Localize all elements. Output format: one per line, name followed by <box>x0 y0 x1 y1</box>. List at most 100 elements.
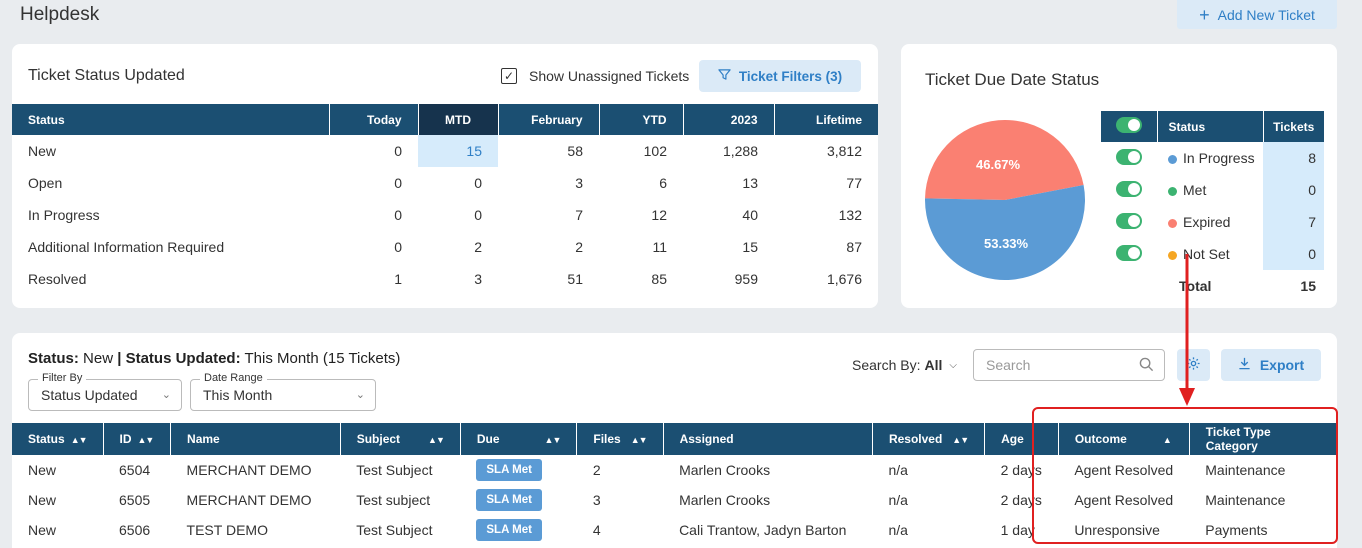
col-mtd[interactable]: MTD <box>417 104 498 135</box>
due-status-table: Status Tickets In Progress 8 Met 0 Expir… <box>1101 111 1324 302</box>
row-lifetime: 77 <box>846 175 862 191</box>
ticket-filters-button[interactable]: Ticket Filters (3) <box>699 60 861 92</box>
col-lifetime[interactable]: Lifetime <box>773 104 878 135</box>
download-icon <box>1238 357 1251 373</box>
row-mtd: 2 <box>474 239 482 255</box>
checkbox-checked-icon[interactable]: ✓ <box>501 68 517 84</box>
status-card-title: Ticket Status Updated <box>28 67 185 84</box>
sort-icon[interactable]: ▲▼ <box>138 435 155 445</box>
cell-subject[interactable]: Test subject <box>340 485 460 515</box>
row-2023: 959 <box>734 271 758 287</box>
col-resolved[interactable]: Resolved ▲▼ <box>871 423 985 455</box>
cell-id[interactable]: 6506 <box>103 515 171 545</box>
row-ytd: 12 <box>651 207 667 223</box>
show-unassigned-toggle[interactable]: ✓ Show Unassigned Tickets <box>501 68 689 84</box>
row-today: 0 <box>394 175 402 191</box>
status-dot-icon <box>1168 154 1177 164</box>
sort-icon[interactable]: ▲▼ <box>952 435 969 445</box>
cell-name[interactable]: TEST DEMO <box>171 515 341 545</box>
row-today: 0 <box>394 239 402 255</box>
toggle-switch[interactable] <box>1116 180 1142 197</box>
sort-icon[interactable]: ▲▼ <box>545 435 562 445</box>
cell-subject[interactable]: Test Subject <box>340 515 460 545</box>
toggle-switch[interactable] <box>1116 212 1142 229</box>
due-row-expired[interactable]: Expired 7 <box>1101 206 1324 238</box>
show-unassigned-label: Show Unassigned Tickets <box>529 68 690 84</box>
col-2023[interactable]: 2023 <box>682 104 774 135</box>
toggle-switch[interactable] <box>1116 148 1142 165</box>
col-toggle-all[interactable] <box>1101 111 1158 142</box>
chevron-down-icon: ⌄ <box>161 389 171 401</box>
date-range-select[interactable]: Date Range This Month ⌄ <box>190 372 376 411</box>
cell-id[interactable]: 6505 <box>103 485 171 515</box>
cell-status: New <box>28 522 57 538</box>
search-icon[interactable] <box>1139 357 1154 375</box>
export-label: Export <box>1259 357 1305 373</box>
col-february[interactable]: February <box>497 104 599 135</box>
cell-assigned: Marlen Crooks <box>679 492 771 508</box>
row-february: 7 <box>575 207 583 223</box>
row-february: 51 <box>567 271 583 287</box>
toggle-switch[interactable] <box>1116 244 1142 261</box>
toggle-all-switch[interactable] <box>1115 117 1142 133</box>
sort-icon[interactable]: ▲▼ <box>71 435 88 445</box>
row-mtd: 0 <box>474 175 482 191</box>
due-row-not-set[interactable]: Not Set 0 <box>1101 238 1324 270</box>
col-due[interactable]: Due ▲▼ <box>459 423 577 455</box>
row-lifetime: 3,812 <box>826 143 862 159</box>
col-id[interactable]: ID ▲▼ <box>102 423 171 455</box>
cell-assigned: Marlen Crooks <box>679 462 771 478</box>
status-table: Status Today MTD February YTD 2023 Lifet… <box>12 104 878 295</box>
row-february: 58 <box>567 143 583 159</box>
search-by-dropdown[interactable]: Search By: All ⌵ <box>852 357 957 373</box>
due-row-met[interactable]: Met 0 <box>1101 174 1324 206</box>
cell-subject[interactable]: Test Subject <box>340 455 460 485</box>
col-status[interactable]: Status ▲▼ <box>12 423 103 455</box>
col-status[interactable]: Status <box>12 104 329 135</box>
filter-by-select[interactable]: Filter By Status Updated ⌄ <box>28 372 182 411</box>
due-ticket-count[interactable]: 7 <box>1263 206 1324 238</box>
row-mtd[interactable]: 15 <box>418 135 498 167</box>
cell-files[interactable]: 2 <box>577 455 663 485</box>
cell-name[interactable]: MERCHANT DEMO <box>171 455 341 485</box>
search-input[interactable]: Search <box>973 349 1165 381</box>
cell-name[interactable]: MERCHANT DEMO <box>171 485 341 515</box>
row-today: 0 <box>394 207 402 223</box>
status-dot-icon <box>1168 218 1177 228</box>
sort-icon[interactable]: ▲▼ <box>428 435 445 445</box>
row-ytd: 11 <box>652 239 667 255</box>
col-files[interactable]: Files ▲▼ <box>576 423 664 455</box>
row-2023: 15 <box>742 239 758 255</box>
col-status: Status <box>1157 111 1264 142</box>
row-2023: 1,288 <box>722 143 758 159</box>
cell-id[interactable]: 6504 <box>103 455 171 485</box>
row-today: 0 <box>394 143 402 159</box>
due-status-label: Met <box>1183 182 1207 198</box>
cell-files[interactable]: 3 <box>577 485 663 515</box>
due-ticket-count[interactable]: 0 <box>1263 174 1324 206</box>
table-row[interactable]: Open 0 0 3 6 13 77 <box>12 167 878 199</box>
table-row[interactable]: In Progress 0 0 7 12 40 132 <box>12 199 878 231</box>
add-new-ticket-button[interactable]: + Add New Ticket <box>1177 0 1337 29</box>
due-row-total: Total 15 <box>1101 270 1324 302</box>
row-status: Resolved <box>28 271 87 287</box>
table-row[interactable]: Resolved 1 3 51 85 959 1,676 <box>12 263 878 295</box>
col-subject[interactable]: Subject ▲▼ <box>339 423 461 455</box>
sla-badge: SLA Met <box>476 489 542 511</box>
export-button[interactable]: Export <box>1221 349 1321 381</box>
due-ticket-count[interactable]: 0 <box>1263 238 1324 270</box>
summary-status-value: New <box>83 350 114 367</box>
date-range-label: Date Range <box>200 372 267 384</box>
filter-by-value: Status Updated <box>41 387 138 403</box>
sort-icon[interactable]: ▲▼ <box>631 435 648 445</box>
cell-files[interactable]: 4 <box>577 515 663 545</box>
col-ytd[interactable]: YTD <box>598 104 683 135</box>
table-row[interactable]: Additional Information Required 0 2 2 11… <box>12 231 878 263</box>
table-row[interactable]: New 0 15 58 102 1,288 3,812 <box>12 135 878 167</box>
due-ticket-count[interactable]: 8 <box>1263 142 1324 174</box>
cell-due: SLA Met <box>460 515 577 545</box>
col-assigned[interactable]: Assigned <box>662 423 873 455</box>
col-name[interactable]: Name <box>170 423 341 455</box>
due-row-in-progress[interactable]: In Progress 8 <box>1101 142 1324 174</box>
col-today[interactable]: Today <box>328 104 418 135</box>
